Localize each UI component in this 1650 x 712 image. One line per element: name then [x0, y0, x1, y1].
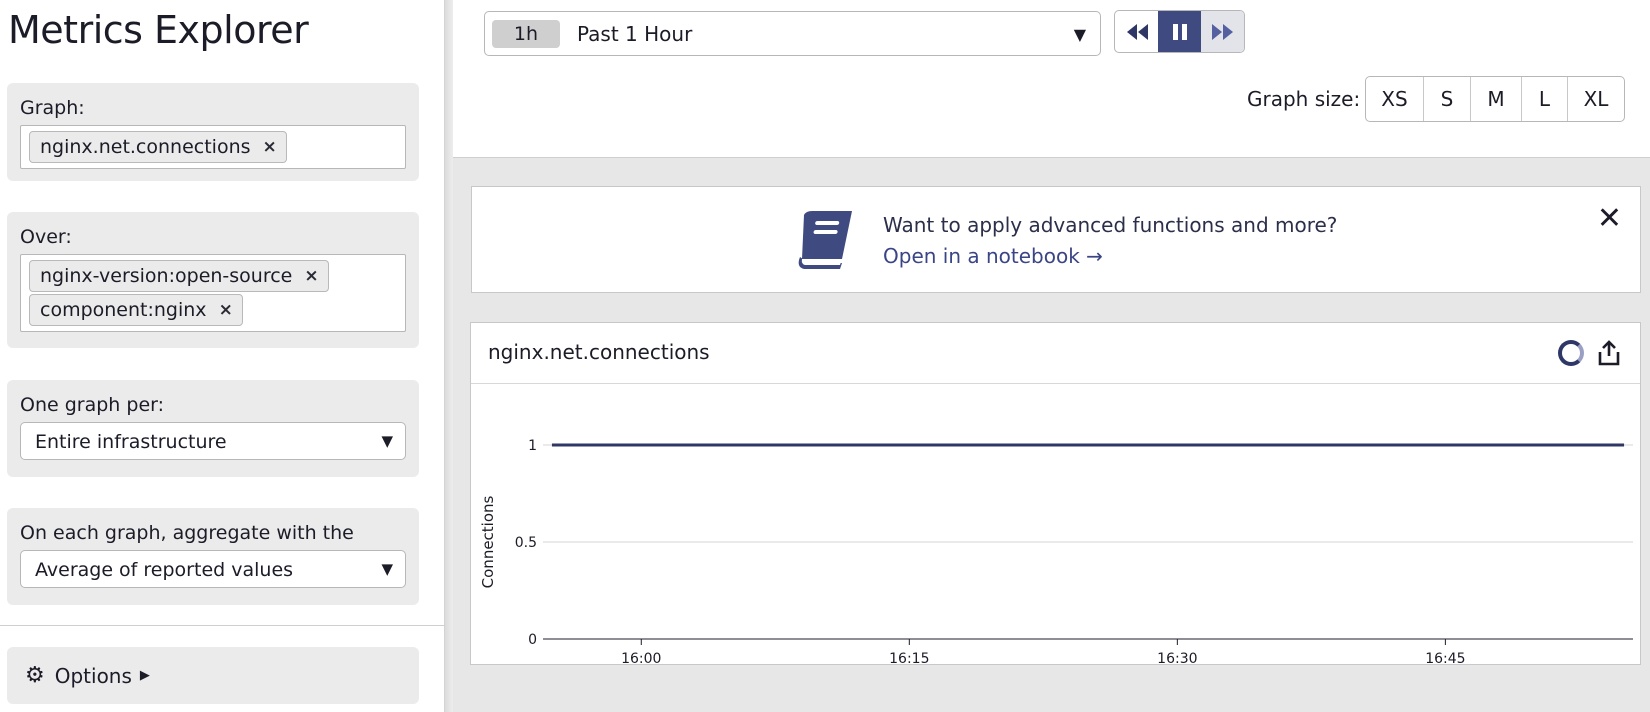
- over-tag-label: component:nginx: [40, 299, 207, 321]
- fast-forward-button[interactable]: [1201, 11, 1244, 52]
- gear-icon: ⚙: [25, 663, 45, 688]
- over-panel: Over: nginx-version:open-source × compon…: [7, 212, 419, 348]
- over-tag: component:nginx ×: [29, 294, 243, 326]
- y-tick-label: 0.5: [515, 535, 537, 551]
- connections-chart: 0 0.5 1 16:00 16:15 16:30 16:45 Connections: [479, 438, 1633, 665]
- graph-panel: Graph: nginx.net.connections ×: [7, 83, 419, 181]
- banner-title: Want to apply advanced functions and mor…: [883, 213, 1338, 237]
- y-tick-label: 0: [528, 632, 537, 648]
- one-graph-per-label: One graph per:: [20, 394, 165, 416]
- loading-spinner-icon: [1558, 340, 1584, 366]
- time-range-chip: 1h: [492, 20, 560, 48]
- remove-tag-icon[interactable]: ×: [219, 300, 233, 320]
- time-range-select[interactable]: 1h Past 1 Hour ▼: [484, 11, 1101, 56]
- notebook-icon: [798, 211, 852, 269]
- over-tag: nginx-version:open-source ×: [29, 260, 329, 292]
- x-tick-label: 16:15: [889, 651, 929, 665]
- x-tick-label: 16:45: [1425, 651, 1465, 665]
- graph-size-s-button[interactable]: S: [1424, 77, 1471, 121]
- close-icon[interactable]: ✕: [1597, 201, 1622, 236]
- graph-size-xl-button[interactable]: XL: [1568, 77, 1624, 121]
- sidebar-shadow: [445, 0, 453, 712]
- caret-down-icon: ▼: [381, 560, 393, 578]
- aggregate-panel: On each graph, aggregate with the Averag…: [7, 508, 419, 605]
- graph-card: nginx.net.connections 0 0.5 1 16:00 16:15 16:…: [470, 322, 1641, 665]
- graph-metric-input[interactable]: nginx.net.connections ×: [20, 125, 406, 169]
- pause-icon: [1172, 23, 1187, 40]
- share-icon[interactable]: [1596, 339, 1622, 367]
- aggregate-label: On each graph, aggregate with the: [20, 522, 354, 544]
- metric-tag: nginx.net.connections ×: [29, 131, 287, 163]
- caret-down-icon: ▼: [381, 432, 393, 450]
- caret-down-icon: ▼: [1073, 25, 1086, 44]
- options-toggle[interactable]: ⚙ Options ▶: [7, 647, 419, 704]
- graph-size-label: Graph size:: [1247, 87, 1361, 111]
- one-graph-per-select[interactable]: Entire infrastructure ▼: [20, 422, 406, 460]
- over-label: Over:: [20, 226, 72, 248]
- pause-button[interactable]: [1158, 11, 1201, 52]
- playback-controls: [1114, 10, 1245, 53]
- graph-header: nginx.net.connections: [471, 323, 1640, 384]
- x-tick-label: 16:00: [621, 651, 661, 665]
- sidebar: Metrics Explorer Graph: nginx.net.connec…: [0, 0, 445, 712]
- graph-size-xs-button[interactable]: XS: [1366, 77, 1424, 121]
- y-axis-label: Connections: [479, 495, 497, 588]
- graph-title: nginx.net.connections: [488, 340, 710, 364]
- fast-forward-icon: [1211, 23, 1233, 40]
- graph-size-selector: XS S M L XL: [1365, 76, 1625, 122]
- aggregate-value: Average of reported values: [35, 559, 294, 581]
- caret-right-icon: ▶: [139, 668, 150, 683]
- remove-tag-icon[interactable]: ×: [304, 266, 318, 286]
- time-range-label: Past 1 Hour: [577, 22, 693, 46]
- graph-label: Graph:: [20, 97, 85, 119]
- graph-size-l-button[interactable]: L: [1522, 77, 1568, 121]
- y-tick-label: 1: [528, 438, 537, 454]
- app-title: Metrics Explorer: [8, 8, 309, 52]
- one-graph-per-value: Entire infrastructure: [35, 431, 227, 453]
- notebook-banner: Want to apply advanced functions and mor…: [471, 186, 1641, 293]
- over-tags-input[interactable]: nginx-version:open-source × component:ng…: [20, 254, 406, 332]
- graph-size-m-button[interactable]: M: [1471, 77, 1522, 121]
- rewind-icon: [1126, 23, 1148, 40]
- one-graph-per-panel: One graph per: Entire infrastructure ▼: [7, 380, 419, 477]
- rewind-button[interactable]: [1115, 11, 1158, 52]
- metric-tag-label: nginx.net.connections: [40, 136, 251, 158]
- sidebar-divider: [0, 625, 445, 626]
- over-tag-label: nginx-version:open-source: [40, 265, 293, 287]
- options-label: Options: [54, 663, 132, 688]
- open-in-notebook-link[interactable]: Open in a notebook →: [883, 244, 1103, 268]
- x-tick-label: 16:30: [1157, 651, 1197, 665]
- aggregate-select[interactable]: Average of reported values ▼: [20, 550, 406, 588]
- remove-tag-icon[interactable]: ×: [263, 137, 277, 157]
